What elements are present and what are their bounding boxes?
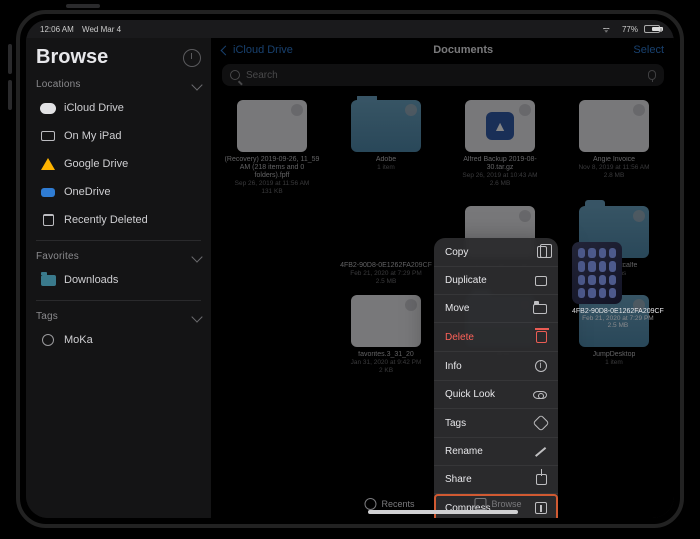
wifi-icon: ᯤ xyxy=(603,24,610,35)
section-favorites-header[interactable]: Favorites xyxy=(36,251,201,262)
context-menu-move[interactable]: Move xyxy=(434,295,558,323)
context-menu-label: Rename xyxy=(445,446,483,457)
section-tags-header[interactable]: Tags xyxy=(36,311,201,322)
clock-icon xyxy=(364,498,376,510)
context-menu: Copy Duplicate Move Delete Info Quick Look Tag… xyxy=(434,238,558,518)
context-menu-label: Tags xyxy=(445,418,466,429)
sidebar-item-onmyipad[interactable]: On My iPad xyxy=(36,122,201,150)
cloud-icon xyxy=(40,103,56,114)
trash-icon xyxy=(536,331,547,343)
status-date: Wed Mar 4 xyxy=(82,25,121,34)
main-content: iCloud Drive Documents Select Search (Re… xyxy=(212,38,674,518)
trash-icon xyxy=(43,214,54,226)
folder-icon xyxy=(41,275,56,286)
status-bar: 12:06 AM Wed Mar 4 ᯤ 77% xyxy=(26,20,674,38)
copy-icon xyxy=(537,246,547,258)
context-menu-label: Move xyxy=(445,303,469,314)
status-time: 12:06 AM xyxy=(40,25,74,34)
sidebar-item-googledrive[interactable]: Google Drive xyxy=(36,150,201,178)
context-menu-copy[interactable]: Copy xyxy=(434,238,558,267)
sidebar-item-tag-moka[interactable]: MoKa xyxy=(36,326,201,354)
home-indicator[interactable] xyxy=(368,510,518,514)
context-menu-label: Share xyxy=(445,474,472,485)
context-menu-label: Quick Look xyxy=(445,389,495,400)
share-icon xyxy=(536,474,547,485)
context-menu-delete[interactable]: Delete xyxy=(434,323,558,352)
dup-icon xyxy=(535,276,547,286)
context-menu-tags[interactable]: Tags xyxy=(434,409,558,438)
screen: 12:06 AM Wed Mar 4 ᯤ 77% Browse Location xyxy=(26,20,674,518)
sidebar-item-downloads[interactable]: Downloads xyxy=(36,266,201,294)
section-locations-header[interactable]: Locations xyxy=(36,79,201,90)
compress-icon xyxy=(535,502,547,514)
tab-bar: Recents Browse xyxy=(364,498,521,510)
history-icon[interactable] xyxy=(183,49,201,67)
context-menu-info[interactable]: Info xyxy=(434,352,558,381)
screenshot-thumb xyxy=(572,242,622,304)
selected-file-preview: 4FB2-90D8-0E1262FA209CF Feb 21, 2020 at … xyxy=(572,242,664,329)
sidebar-item-icloud[interactable]: iCloud Drive xyxy=(36,94,201,122)
move-icon xyxy=(533,304,547,314)
context-menu-label: Duplicate xyxy=(445,275,487,286)
google-drive-icon xyxy=(41,158,55,170)
onedrive-icon xyxy=(41,188,55,197)
folder-icon xyxy=(475,498,487,510)
chevron-down-icon xyxy=(191,251,202,262)
pencil-icon xyxy=(535,447,546,457)
sidebar-item-recentlydeleted[interactable]: Recently Deleted xyxy=(36,206,201,234)
context-menu-label: Copy xyxy=(445,247,468,258)
ipad-frame: 12:06 AM Wed Mar 4 ᯤ 77% Browse Location xyxy=(16,10,684,528)
context-menu-label: Info xyxy=(445,361,462,372)
context-menu-duplicate[interactable]: Duplicate xyxy=(434,267,558,295)
chevron-down-icon xyxy=(191,311,202,322)
sidebar-title: Browse xyxy=(36,46,108,69)
sidebar-item-onedrive[interactable]: OneDrive xyxy=(36,178,201,206)
tab-recents[interactable]: Recents xyxy=(364,498,414,510)
tag-icon xyxy=(533,415,550,432)
context-menu-label: Delete xyxy=(445,332,474,343)
context-menu-quick-look[interactable]: Quick Look xyxy=(434,381,558,409)
tab-browse[interactable]: Browse xyxy=(475,498,522,510)
chevron-down-icon xyxy=(191,79,202,90)
sidebar: Browse Locations iCloud Drive On My iPad… xyxy=(26,38,212,518)
battery-indicator: 77% xyxy=(616,25,660,34)
context-menu-share[interactable]: Share xyxy=(434,466,558,494)
tag-circle-icon xyxy=(42,334,54,346)
context-menu-rename[interactable]: Rename xyxy=(434,438,558,466)
ipad-icon xyxy=(41,131,55,141)
eye-icon xyxy=(533,391,547,399)
info-icon xyxy=(535,360,547,372)
